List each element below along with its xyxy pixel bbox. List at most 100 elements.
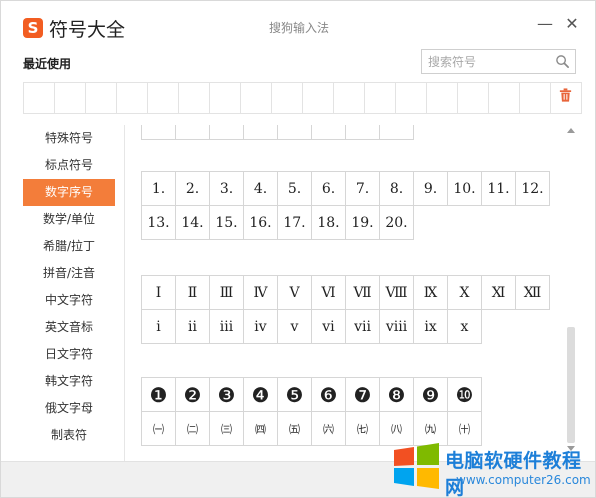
symbol-cell[interactable]: ⅹ bbox=[447, 309, 482, 344]
symbol-cell[interactable]: ⅲ bbox=[209, 309, 244, 344]
symbol-cell[interactable]: ㈤ bbox=[277, 411, 312, 446]
symbol-cell[interactable]: ⅸ bbox=[413, 309, 448, 344]
scroll-up-icon[interactable] bbox=[567, 128, 575, 133]
sidebar-item[interactable]: 韩文字符 bbox=[23, 368, 115, 395]
symbol-cell[interactable]: ㈨ bbox=[413, 411, 448, 446]
sidebar-item[interactable]: 特殊符号 bbox=[23, 125, 115, 152]
symbol-cell[interactable]: 2. bbox=[175, 171, 210, 206]
recent-symbol-cell[interactable] bbox=[148, 83, 179, 114]
symbol-cell[interactable]: ❶ bbox=[141, 377, 176, 412]
sidebar-item[interactable]: 日文字符 bbox=[23, 341, 115, 368]
symbol-cell[interactable]: ⅴ bbox=[277, 309, 312, 344]
symbol-cell[interactable]: 3. bbox=[209, 171, 244, 206]
recent-symbol-cell[interactable] bbox=[489, 83, 520, 114]
symbol-cell[interactable]: 11. bbox=[481, 171, 516, 206]
symbol-cell[interactable]: 15. bbox=[209, 205, 244, 240]
symbol-cell[interactable]: 16. bbox=[243, 205, 278, 240]
symbol-cell[interactable]: ❾ bbox=[413, 377, 448, 412]
sidebar-item[interactable]: 标点符号 bbox=[23, 152, 115, 179]
recent-symbol-cell[interactable] bbox=[427, 83, 458, 114]
symbol-cell[interactable]: Ⅴ bbox=[277, 275, 312, 310]
search-icon[interactable] bbox=[555, 54, 570, 69]
symbol-cell[interactable]: ❺ bbox=[277, 377, 312, 412]
vertical-scrollbar[interactable] bbox=[565, 125, 577, 461]
symbol-cell[interactable]: Ⅰ bbox=[141, 275, 176, 310]
symbol-cell[interactable]: 18. bbox=[311, 205, 346, 240]
symbol-cell[interactable]: ㈦ bbox=[345, 411, 380, 446]
recent-symbol-cell[interactable] bbox=[241, 83, 272, 114]
symbol-cell[interactable]: 17. bbox=[277, 205, 312, 240]
symbol-cell[interactable]: Ⅱ bbox=[175, 275, 210, 310]
sidebar-item[interactable]: 数学/单位 bbox=[23, 206, 115, 233]
recent-symbol-cell[interactable] bbox=[334, 83, 365, 114]
symbol-cell[interactable] bbox=[175, 125, 210, 140]
symbol-cell[interactable]: ⅵ bbox=[311, 309, 346, 344]
symbol-cell[interactable] bbox=[379, 125, 414, 140]
recent-symbol-cell[interactable] bbox=[24, 83, 55, 114]
symbol-cell[interactable] bbox=[243, 125, 278, 140]
sidebar-item[interactable]: 制表符 bbox=[23, 422, 115, 449]
symbol-cell[interactable]: 13. bbox=[141, 205, 176, 240]
search-box[interactable] bbox=[421, 49, 576, 74]
recent-symbol-cell[interactable] bbox=[396, 83, 427, 114]
symbol-cell[interactable]: 8. bbox=[379, 171, 414, 206]
symbol-cell[interactable]: 19. bbox=[345, 205, 380, 240]
symbol-cell[interactable]: 5. bbox=[277, 171, 312, 206]
symbol-cell[interactable] bbox=[345, 125, 380, 140]
symbol-cell[interactable]: ㈣ bbox=[243, 411, 278, 446]
symbol-cell[interactable]: Ⅻ bbox=[515, 275, 550, 310]
symbol-cell[interactable]: 12. bbox=[515, 171, 550, 206]
symbol-cell[interactable]: ⅶ bbox=[345, 309, 380, 344]
symbol-cell[interactable]: ❸ bbox=[209, 377, 244, 412]
symbol-cell[interactable] bbox=[311, 125, 346, 140]
sidebar-item[interactable]: 数字序号 bbox=[23, 179, 115, 206]
symbol-cell[interactable] bbox=[209, 125, 244, 140]
recent-symbol-cell[interactable] bbox=[55, 83, 86, 114]
symbol-cell[interactable]: ⅰ bbox=[141, 309, 176, 344]
search-input[interactable] bbox=[422, 50, 552, 73]
symbol-cell[interactable]: ㈩ bbox=[447, 411, 482, 446]
symbol-cell[interactable]: 4. bbox=[243, 171, 278, 206]
symbol-cell[interactable] bbox=[277, 125, 312, 140]
symbol-cell[interactable]: 20. bbox=[379, 205, 414, 240]
sidebar-item[interactable]: 英文音标 bbox=[23, 314, 115, 341]
recent-symbol-cell[interactable] bbox=[458, 83, 489, 114]
symbol-cell[interactable]: ⅷ bbox=[379, 309, 414, 344]
symbol-cell[interactable]: Ⅹ bbox=[447, 275, 482, 310]
symbol-cell[interactable]: ❹ bbox=[243, 377, 278, 412]
symbol-cell[interactable]: ❼ bbox=[345, 377, 380, 412]
close-icon[interactable]: ✕ bbox=[563, 15, 581, 33]
symbol-cell[interactable]: 7. bbox=[345, 171, 380, 206]
scroll-thumb[interactable] bbox=[567, 327, 575, 443]
recent-symbol-cell[interactable] bbox=[303, 83, 334, 114]
symbol-cell[interactable]: ㈧ bbox=[379, 411, 414, 446]
symbol-cell[interactable]: ⅳ bbox=[243, 309, 278, 344]
symbol-cell[interactable]: Ⅲ bbox=[209, 275, 244, 310]
symbol-cell[interactable]: ❿ bbox=[447, 377, 482, 412]
symbol-cell[interactable]: 14. bbox=[175, 205, 210, 240]
symbol-cell[interactable]: ㈢ bbox=[209, 411, 244, 446]
minimize-icon[interactable]: — bbox=[536, 15, 554, 33]
symbol-cell[interactable]: 1. bbox=[141, 171, 176, 206]
recent-symbol-cell[interactable] bbox=[179, 83, 210, 114]
symbol-cell[interactable]: Ⅸ bbox=[413, 275, 448, 310]
symbol-cell[interactable]: ㈠ bbox=[141, 411, 176, 446]
symbol-cell[interactable]: ㈥ bbox=[311, 411, 346, 446]
sidebar-item[interactable]: 中文字符 bbox=[23, 287, 115, 314]
trash-icon[interactable] bbox=[558, 87, 573, 103]
symbol-cell[interactable]: ❻ bbox=[311, 377, 346, 412]
sidebar-item[interactable]: 拼音/注音 bbox=[23, 260, 115, 287]
sidebar-item[interactable]: 俄文字母 bbox=[23, 395, 115, 422]
symbol-cell[interactable]: 6. bbox=[311, 171, 346, 206]
recent-symbol-cell[interactable] bbox=[365, 83, 396, 114]
symbol-cell[interactable]: Ⅶ bbox=[345, 275, 380, 310]
recent-symbol-cell[interactable] bbox=[86, 83, 117, 114]
symbol-cell[interactable]: ㈡ bbox=[175, 411, 210, 446]
symbol-cell[interactable]: Ⅵ bbox=[311, 275, 346, 310]
symbol-cell[interactable]: Ⅳ bbox=[243, 275, 278, 310]
sidebar-item[interactable]: 希腊/拉丁 bbox=[23, 233, 115, 260]
symbol-cell[interactable] bbox=[141, 125, 176, 140]
symbol-cell[interactable]: 9. bbox=[413, 171, 448, 206]
symbol-cell[interactable]: ❽ bbox=[379, 377, 414, 412]
recent-symbol-cell[interactable] bbox=[520, 83, 551, 114]
